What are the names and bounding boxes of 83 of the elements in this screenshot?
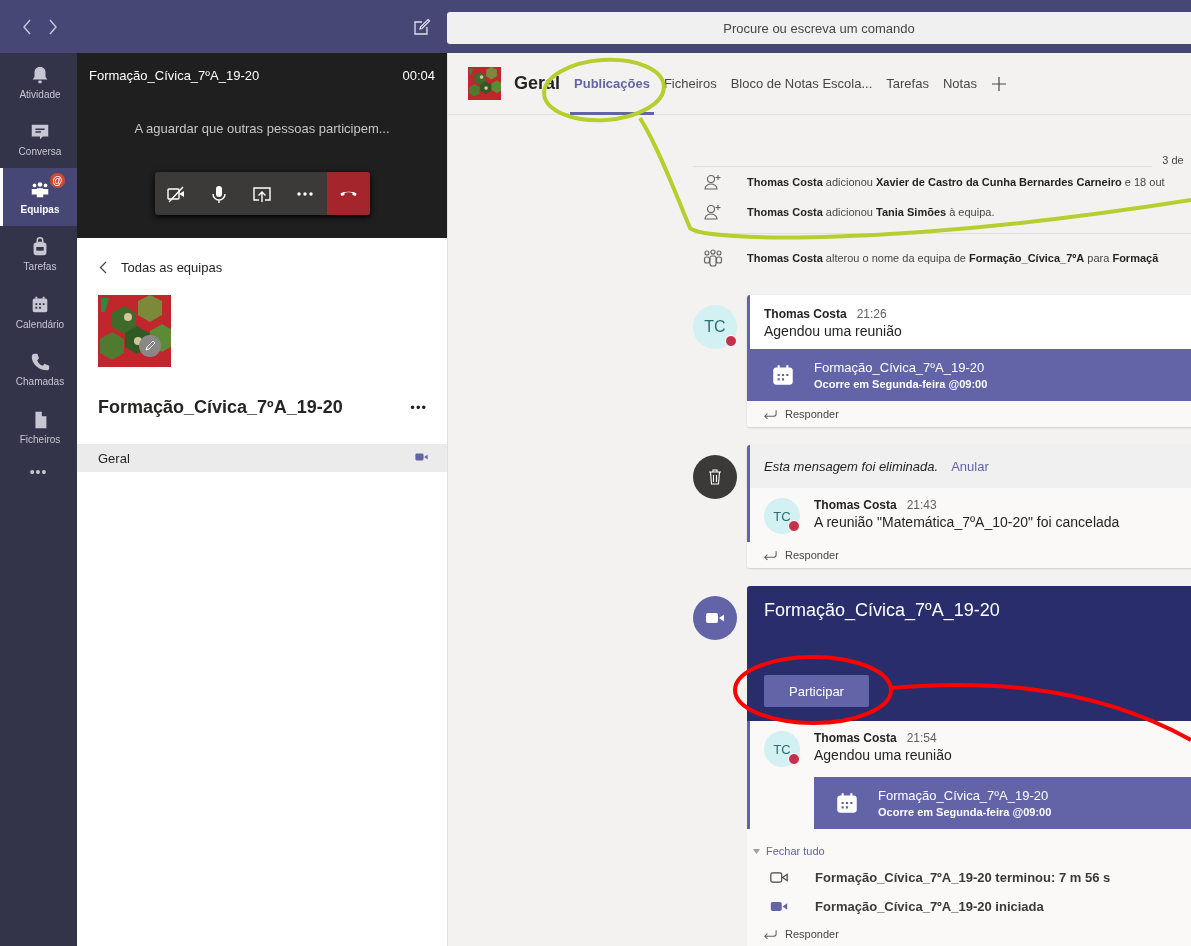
search-field[interactable]: Procure ou escreva um comando	[447, 12, 1191, 44]
call-status: A aguardar que outras pessoas participem...	[133, 121, 391, 136]
message-text: A reunião "Matemática_7ºA_10-20" foi cancelada	[814, 514, 1120, 530]
back-icon[interactable]	[22, 18, 32, 35]
meeting-block[interactable]: Formação_Cívica_7ºA_19-20 Ocorre em Segunda-feira @09:00	[814, 777, 1191, 829]
add-tab-icon[interactable]	[990, 75, 1007, 92]
caret-icon	[753, 848, 760, 854]
collapse-link[interactable]: Fechar tudo	[747, 829, 1191, 863]
reply-label: Responder	[785, 549, 839, 561]
date-label: 3 de	[1162, 153, 1184, 166]
presence-dot	[725, 335, 737, 347]
reply-icon	[763, 408, 777, 420]
reply-icon	[763, 549, 777, 561]
channel-name: Geral	[98, 450, 130, 466]
activity-text: Thomas Costa alterou o nome da equipa de Formação_Cívica_7ºA para Formaçã	[747, 251, 1159, 264]
more-options-button[interactable]: •••	[410, 400, 427, 415]
author-name: Thomas Costa	[814, 731, 897, 745]
author-name: Thomas Costa	[764, 307, 847, 321]
meeting-time: Ocorre em Segunda-feira @09:00	[878, 806, 1052, 818]
edit-icon[interactable]	[139, 335, 161, 357]
activity-text: Thomas Costa adicionou Xavier de Castro da Cunha Bernardes Carneiro e 18 out	[747, 176, 1165, 188]
reply-link[interactable]: Responder	[747, 401, 1191, 427]
rail-item[interactable]: Conversa	[0, 110, 77, 168]
rail-item[interactable]: Tarefas	[0, 225, 77, 283]
reply-icon	[763, 928, 777, 940]
meeting-title: Formação_Cívica_7ºA_19-20	[764, 600, 1001, 621]
reply-label: Responder	[785, 408, 839, 420]
compose-icon[interactable]	[413, 17, 431, 36]
call-event-text: Formação_Cívica_7ºA_19-20 terminou: 7 m 56 s	[815, 870, 1111, 885]
person-add-icon	[703, 203, 723, 221]
tab[interactable]: Bloco de Notas Escola...	[726, 53, 877, 115]
call-event-text: Formação_Cívica_7ºA_19-20 iniciada	[815, 899, 1044, 914]
message-time: 21:43	[906, 498, 937, 512]
presence-dot	[788, 753, 800, 765]
forward-icon[interactable]	[48, 18, 58, 35]
tab[interactable]: Notas	[938, 53, 981, 115]
tab[interactable]: Tarefas	[882, 53, 933, 115]
rail-item[interactable]: Atividade	[0, 53, 77, 111]
chevron-icon	[99, 261, 107, 274]
undo-link[interactable]: Anular	[951, 459, 989, 474]
team-name: Formação_Cívica_7ºA_19-20	[98, 397, 343, 418]
meeting-title: Formação_Cívica_7ºA_19-20	[878, 788, 1050, 803]
call-title: Formação_Cívica_7ºA_19-20	[89, 68, 260, 83]
microphone-icon	[209, 183, 229, 204]
team-icon	[703, 248, 723, 267]
deleted-notice: Esta mensagem foi eliminada.	[764, 459, 939, 474]
rail-item[interactable]: Equipas @	[0, 168, 77, 226]
rail-item[interactable]: Calendário	[0, 283, 77, 341]
video-call-icon	[769, 899, 789, 914]
rail-item[interactable]: Ficheiros	[0, 398, 77, 456]
tab[interactable]: Publicações	[570, 53, 654, 115]
user-avatar: TC	[693, 305, 737, 349]
call-timer: 00:04	[402, 68, 435, 83]
user-avatar: TC	[764, 731, 800, 767]
user-avatar: TC	[764, 498, 800, 534]
hang-up-icon	[339, 190, 357, 197]
video-call-icon	[693, 596, 737, 640]
calendar-icon	[834, 790, 860, 816]
more-icon	[297, 191, 313, 196]
meeting-block[interactable]: Formação_Cívica_7ºA_19-20 Ocorre em Segunda-feira @09:00	[750, 349, 1191, 401]
all-teams-link[interactable]: Todas as equipas	[77, 238, 447, 275]
video-ended-icon	[769, 870, 789, 885]
message-time: 21:26	[856, 307, 887, 321]
meeting-title: Formação_Cívica_7ºA_19-20	[814, 360, 986, 375]
presence-dot	[788, 520, 800, 532]
reply-label: Responder	[785, 928, 839, 940]
hang-up-button[interactable]	[326, 172, 370, 215]
join-button[interactable]: Participar	[764, 675, 869, 707]
message-text: Agendou uma reunião	[814, 747, 952, 763]
meeting-time: Ocorre em Segunda-feira @09:00	[814, 378, 988, 390]
rail-item[interactable]: Chamadas	[0, 340, 77, 398]
trash-icon	[693, 455, 737, 499]
more-apps-button[interactable]: •••	[0, 455, 77, 488]
channel-item[interactable]: Geral	[77, 444, 447, 472]
activity-text: Thomas Costa adicionou Tania Simões à equipa.	[747, 206, 995, 218]
reply-link[interactable]: Responder	[747, 542, 1191, 568]
message-time: 21:54	[906, 731, 937, 745]
author-name: Thomas Costa	[814, 498, 897, 512]
person-add-icon	[703, 173, 723, 191]
mention-badge: @	[49, 172, 66, 189]
tab[interactable]: Ficheiros	[659, 53, 721, 115]
message-text: Agendou uma reunião	[763, 322, 903, 341]
calendar-icon	[770, 362, 796, 388]
